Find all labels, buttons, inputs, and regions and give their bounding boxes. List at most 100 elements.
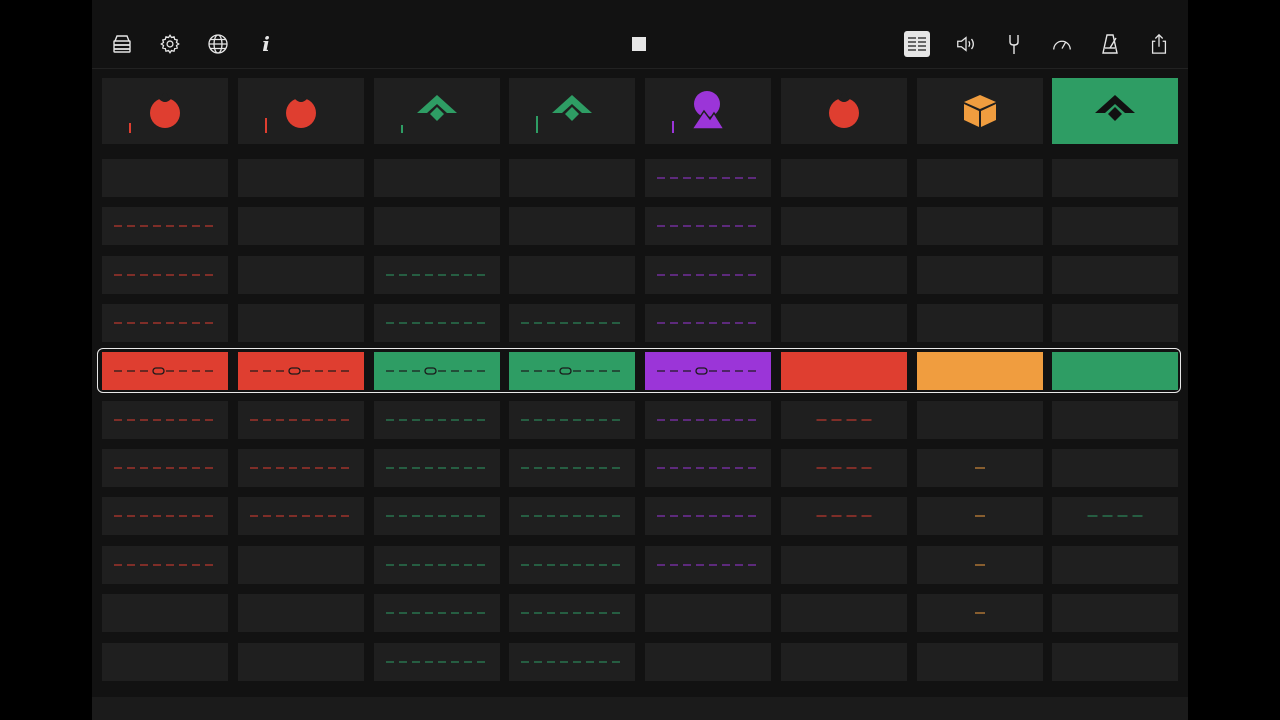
clip-cell[interactable] bbox=[509, 449, 635, 487]
clip-cell[interactable] bbox=[645, 207, 771, 245]
clip-cell[interactable] bbox=[509, 352, 635, 390]
empty-clip-slot[interactable] bbox=[781, 207, 907, 245]
empty-clip-slot[interactable] bbox=[1052, 401, 1178, 439]
empty-clip-slot[interactable] bbox=[781, 594, 907, 632]
clip-cell[interactable] bbox=[509, 594, 635, 632]
clip-cell[interactable] bbox=[102, 352, 228, 390]
empty-clip-slot[interactable] bbox=[238, 594, 364, 632]
empty-clip-slot[interactable] bbox=[917, 401, 1043, 439]
track-header-5[interactable] bbox=[645, 78, 771, 144]
empty-clip-slot[interactable] bbox=[238, 304, 364, 342]
track-header-6[interactable] bbox=[781, 78, 907, 144]
clip-cell[interactable] bbox=[509, 546, 635, 584]
empty-clip-slot[interactable] bbox=[374, 207, 500, 245]
empty-clip-slot[interactable] bbox=[1052, 256, 1178, 294]
clip-cell[interactable] bbox=[374, 449, 500, 487]
empty-clip-slot[interactable] bbox=[509, 207, 635, 245]
synth-chevron-icon bbox=[552, 91, 592, 131]
empty-clip-slot[interactable] bbox=[917, 256, 1043, 294]
clip-cell[interactable] bbox=[374, 401, 500, 439]
clip-cell[interactable] bbox=[102, 256, 228, 294]
clip-cell[interactable] bbox=[645, 159, 771, 197]
clip-cell[interactable] bbox=[102, 401, 228, 439]
empty-clip-slot[interactable] bbox=[238, 207, 364, 245]
clip-cell[interactable] bbox=[1052, 497, 1178, 535]
clip-cell[interactable] bbox=[917, 594, 1043, 632]
clip-cell[interactable] bbox=[509, 401, 635, 439]
empty-clip-slot[interactable] bbox=[917, 643, 1043, 681]
empty-clip-slot[interactable] bbox=[1052, 304, 1178, 342]
empty-clip-slot[interactable] bbox=[102, 159, 228, 197]
clip-cell[interactable] bbox=[645, 304, 771, 342]
empty-clip-slot[interactable] bbox=[781, 643, 907, 681]
clip-cell[interactable] bbox=[645, 401, 771, 439]
empty-clip-slot[interactable] bbox=[1052, 643, 1178, 681]
empty-clip-slot[interactable] bbox=[238, 546, 364, 584]
clip-cell[interactable] bbox=[781, 449, 907, 487]
clip-cell[interactable] bbox=[645, 546, 771, 584]
clip-cell[interactable] bbox=[238, 449, 364, 487]
clip-cell[interactable] bbox=[374, 497, 500, 535]
empty-clip-slot[interactable] bbox=[374, 159, 500, 197]
empty-clip-slot[interactable] bbox=[917, 207, 1043, 245]
clip-cell[interactable] bbox=[509, 497, 635, 535]
clip-cell[interactable] bbox=[917, 546, 1043, 584]
track-header-8[interactable] bbox=[1052, 78, 1178, 144]
clip-cell[interactable] bbox=[645, 256, 771, 294]
track-header-1[interactable] bbox=[102, 78, 228, 144]
clip-cell[interactable] bbox=[917, 449, 1043, 487]
empty-clip-slot[interactable] bbox=[509, 159, 635, 197]
track-header-7[interactable] bbox=[917, 78, 1043, 144]
clip-cell[interactable] bbox=[102, 546, 228, 584]
empty-clip-slot[interactable] bbox=[1052, 449, 1178, 487]
clip-cell[interactable] bbox=[102, 304, 228, 342]
empty-clip-slot[interactable] bbox=[102, 594, 228, 632]
empty-clip-slot[interactable] bbox=[509, 256, 635, 294]
empty-clip-slot[interactable] bbox=[917, 352, 1043, 390]
clip-pattern bbox=[975, 467, 985, 469]
empty-clip-slot[interactable] bbox=[917, 304, 1043, 342]
empty-clip-slot[interactable] bbox=[645, 643, 771, 681]
clip-cell[interactable] bbox=[509, 643, 635, 681]
clip-cell[interactable] bbox=[238, 401, 364, 439]
empty-clip-slot[interactable] bbox=[781, 159, 907, 197]
track-header-3[interactable] bbox=[374, 78, 500, 144]
empty-clip-slot[interactable] bbox=[781, 304, 907, 342]
clip-cell[interactable] bbox=[374, 546, 500, 584]
clip-cell[interactable] bbox=[645, 449, 771, 487]
clip-pattern bbox=[386, 564, 485, 566]
empty-clip-slot[interactable] bbox=[781, 256, 907, 294]
clip-cell[interactable] bbox=[374, 643, 500, 681]
clip-cell[interactable] bbox=[102, 497, 228, 535]
clip-cell[interactable] bbox=[238, 497, 364, 535]
empty-clip-slot[interactable] bbox=[1052, 207, 1178, 245]
empty-clip-slot[interactable] bbox=[781, 352, 907, 390]
clip-pattern bbox=[657, 274, 756, 276]
empty-clip-slot[interactable] bbox=[238, 159, 364, 197]
track-header-2[interactable] bbox=[238, 78, 364, 144]
clip-cell[interactable] bbox=[781, 401, 907, 439]
clip-cell[interactable] bbox=[238, 352, 364, 390]
empty-clip-slot[interactable] bbox=[1052, 594, 1178, 632]
clip-cell[interactable] bbox=[102, 449, 228, 487]
clip-cell[interactable] bbox=[374, 304, 500, 342]
clip-cell[interactable] bbox=[102, 207, 228, 245]
clip-cell[interactable] bbox=[374, 594, 500, 632]
clip-cell[interactable] bbox=[374, 352, 500, 390]
empty-clip-slot[interactable] bbox=[917, 159, 1043, 197]
empty-clip-slot[interactable] bbox=[1052, 546, 1178, 584]
empty-clip-slot[interactable] bbox=[1052, 159, 1178, 197]
clip-cell[interactable] bbox=[645, 352, 771, 390]
empty-clip-slot[interactable] bbox=[781, 546, 907, 584]
clip-cell[interactable] bbox=[781, 497, 907, 535]
clip-cell[interactable] bbox=[374, 256, 500, 294]
empty-clip-slot[interactable] bbox=[238, 256, 364, 294]
empty-clip-slot[interactable] bbox=[238, 643, 364, 681]
empty-clip-slot[interactable] bbox=[102, 643, 228, 681]
clip-cell[interactable] bbox=[645, 497, 771, 535]
empty-clip-slot[interactable] bbox=[1052, 352, 1178, 390]
clip-cell[interactable] bbox=[917, 497, 1043, 535]
track-header-4[interactable] bbox=[509, 78, 635, 144]
clip-cell[interactable] bbox=[509, 304, 635, 342]
empty-clip-slot[interactable] bbox=[645, 594, 771, 632]
